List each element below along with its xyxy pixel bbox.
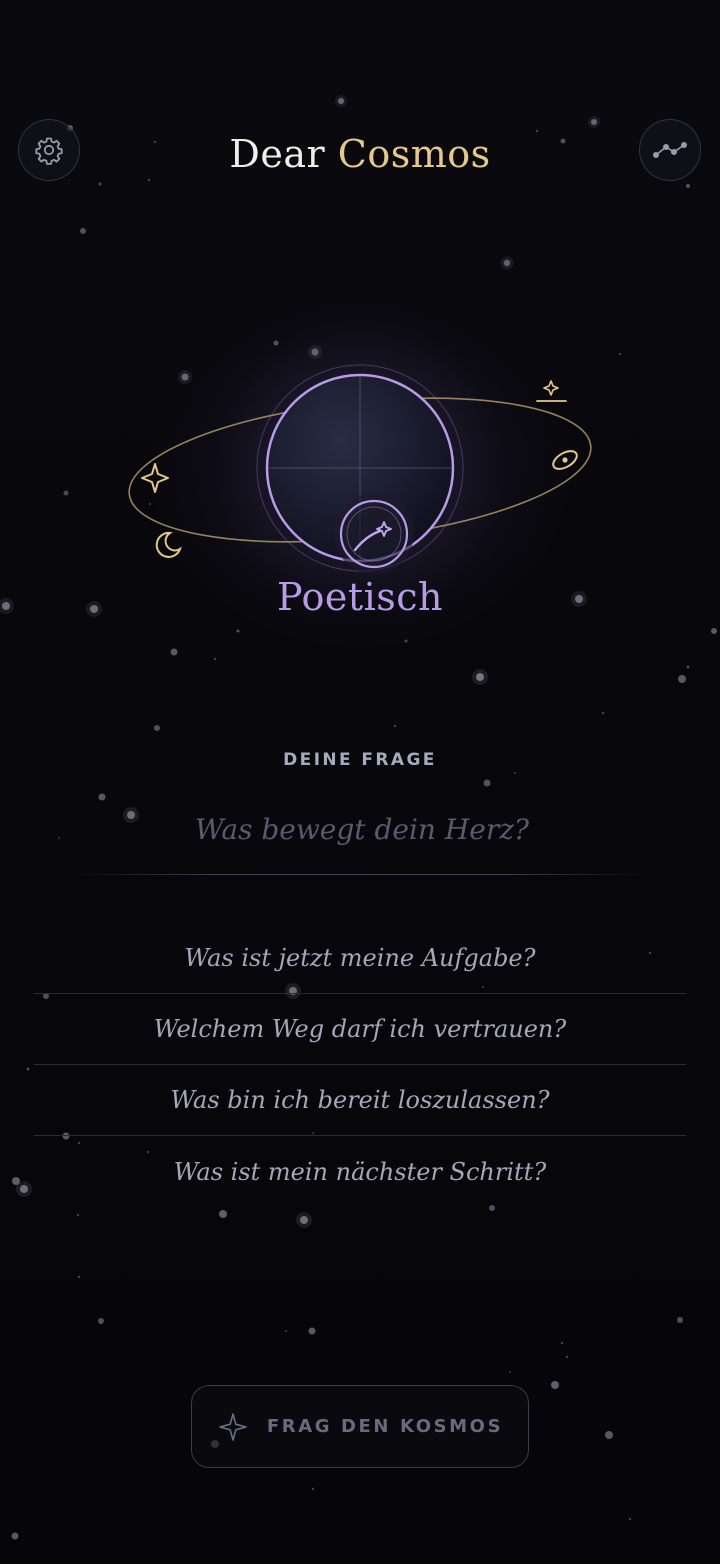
- title-word-cosmos: Cosmos: [337, 132, 491, 176]
- input-underline: [70, 874, 650, 875]
- suggestion-item[interactable]: Was bin ich bereit loszulassen?: [34, 1065, 686, 1136]
- app-screen: Dear Cosmos Poetisch DEINE FRAGE Was bew…: [0, 0, 720, 1564]
- ask-cosmos-label: FRAG DEN KOSMOS: [266, 1416, 504, 1437]
- suggestion-item[interactable]: Welchem Weg darf ich vertrauen?: [34, 994, 686, 1065]
- app-title: Dear Cosmos: [0, 132, 720, 176]
- ask-cosmos-button[interactable]: FRAG DEN KOSMOS: [191, 1385, 529, 1468]
- sparkle-icon: [219, 1412, 247, 1441]
- mode-label[interactable]: Poetisch: [0, 575, 720, 619]
- statistics-button[interactable]: [639, 119, 701, 181]
- suggestion-item[interactable]: Was ist mein nächster Schritt?: [34, 1136, 686, 1207]
- starfield-background: [0, 95, 717, 1540]
- eye-icon: [552, 450, 578, 470]
- question-heading: DEINE FRAGE: [283, 750, 437, 770]
- cosmic-orb-visual: [128, 318, 592, 600]
- suggestion-list: Was ist jetzt meine Aufgabe? Welchem Weg…: [34, 923, 686, 1207]
- horizon-sparkle-icon: [536, 380, 567, 402]
- line-chart-icon: [653, 141, 687, 158]
- title-word-dear: Dear: [229, 132, 326, 176]
- crescent-moon-icon: [155, 531, 182, 558]
- question-input[interactable]: [70, 800, 654, 858]
- suggestion-item[interactable]: Was ist jetzt meine Aufgabe?: [34, 923, 686, 994]
- four-point-star-icon: [141, 463, 169, 493]
